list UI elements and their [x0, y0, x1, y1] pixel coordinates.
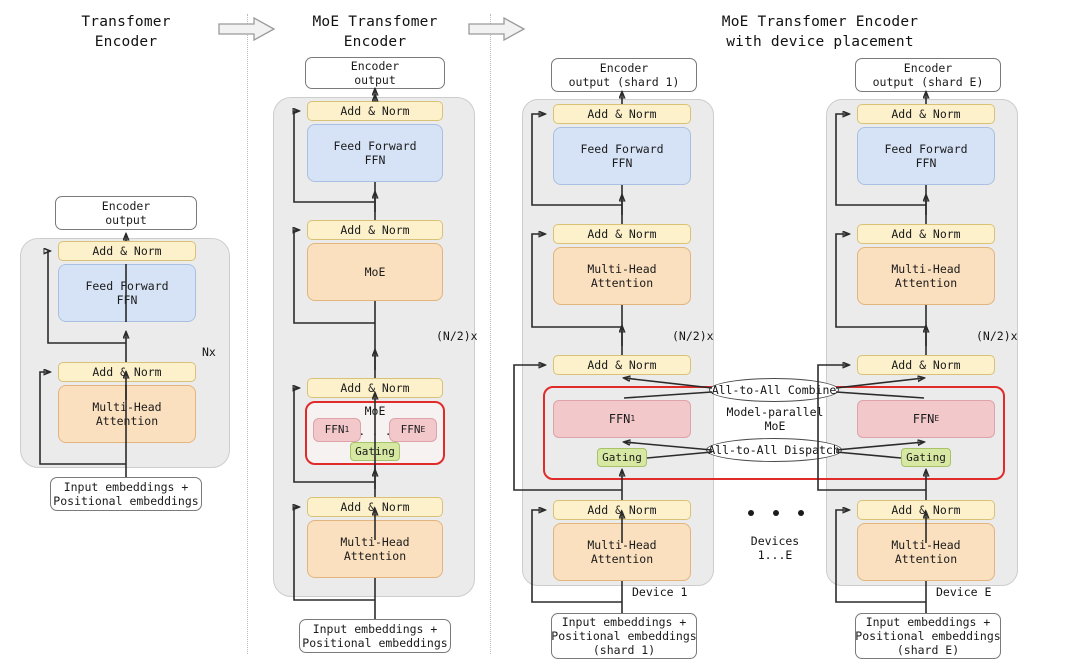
- connection-wires: [39, 0, 1080, 619]
